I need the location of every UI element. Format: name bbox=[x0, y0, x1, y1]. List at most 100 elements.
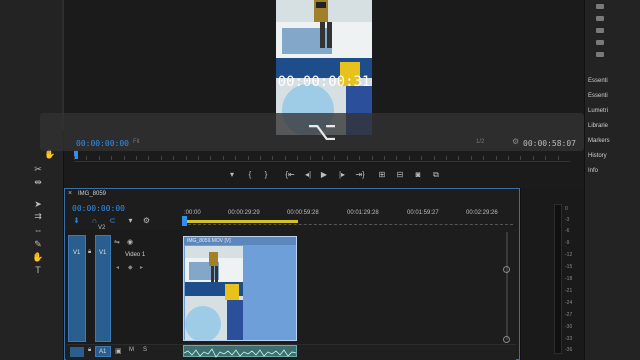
right-panel bbox=[584, 0, 640, 360]
video-clip[interactable]: IMG_8059.MOV [V] bbox=[183, 236, 297, 341]
meter-label: -18 bbox=[565, 276, 573, 282]
comparison-view-icon[interactable]: ⧉ bbox=[428, 168, 444, 182]
solo-button[interactable]: S bbox=[143, 347, 147, 353]
source-patch-v1[interactable]: V1 bbox=[68, 235, 86, 342]
scroll-handle-bottom[interactable] bbox=[503, 336, 510, 343]
voiceover-record-icon[interactable]: ▣ bbox=[115, 347, 122, 355]
meter-label: -9 bbox=[565, 240, 570, 246]
panel-tab-history[interactable]: History bbox=[588, 153, 607, 159]
add-marker-timeline-icon[interactable]: ▾ bbox=[126, 216, 135, 225]
timeline-timecode[interactable]: 00:00:00:00 bbox=[72, 204, 125, 213]
ruler-tick bbox=[359, 156, 361, 160]
panel-tab-libraries[interactable]: Librarie bbox=[588, 123, 608, 129]
mark-in-icon[interactable]: { bbox=[242, 168, 258, 182]
razor-tool-icon[interactable]: ✂ bbox=[32, 163, 44, 175]
vertical-scrollbar[interactable] bbox=[506, 232, 508, 340]
ruler-tick bbox=[371, 156, 373, 160]
meter-label: -3 bbox=[565, 217, 570, 223]
ruler-tick bbox=[458, 156, 460, 160]
insert-nest-icon[interactable]: ⇟ bbox=[72, 216, 81, 225]
ruler-tick bbox=[297, 156, 299, 160]
folder-icon[interactable] bbox=[596, 28, 604, 33]
selection-tool-icon[interactable]: ➤ bbox=[32, 198, 44, 210]
ruler-tick bbox=[396, 156, 398, 160]
panel-tab-info[interactable]: Info bbox=[588, 168, 598, 174]
ruler-tick bbox=[284, 156, 286, 160]
ruler-time: 00:01:59:27 bbox=[407, 210, 439, 216]
track-name-video1: Video 1 bbox=[125, 252, 146, 258]
keyframe-add-icon[interactable]: ◆ bbox=[128, 264, 133, 271]
folder-icon[interactable] bbox=[596, 16, 604, 21]
program-duration: 00:00:58:07 bbox=[523, 139, 576, 148]
step-back-icon[interactable]: ◂| bbox=[300, 168, 316, 182]
extract-icon[interactable]: ⊟ bbox=[392, 168, 408, 182]
ruler-tick bbox=[86, 156, 88, 160]
program-current-timecode[interactable]: 00:00:00:00 bbox=[76, 139, 129, 148]
ruler-tick bbox=[235, 156, 237, 160]
lift-icon[interactable]: ⊞ bbox=[374, 168, 390, 182]
play-icon[interactable]: ▶ bbox=[316, 168, 332, 182]
sequence-tab[interactable]: IMG_8059 bbox=[78, 191, 106, 197]
work-area-bar[interactable] bbox=[184, 220, 298, 223]
ruler-tick bbox=[346, 156, 348, 160]
slip-tool-icon[interactable]: ⇹ bbox=[32, 176, 44, 188]
meter-label: -30 bbox=[565, 324, 573, 330]
ruler-tick bbox=[508, 156, 509, 160]
linked-selection-icon[interactable]: ⊂ bbox=[108, 216, 117, 225]
export-frame-icon[interactable]: ◙ bbox=[410, 168, 426, 182]
timeline-settings-icon[interactable]: ⚙ bbox=[142, 216, 151, 225]
keyframe-prev-icon[interactable]: ◂ bbox=[116, 264, 119, 271]
snap-icon[interactable]: ∩ bbox=[90, 216, 99, 225]
track-target-v1[interactable]: V1 bbox=[95, 235, 111, 342]
resolution-select[interactable]: 1/2 bbox=[476, 139, 484, 145]
wrench-icon[interactable]: ⚙ bbox=[512, 137, 519, 146]
timeline-playhead[interactable] bbox=[182, 216, 187, 226]
panel-tab-markers[interactable]: Markers bbox=[588, 138, 610, 144]
audio-clip[interactable] bbox=[183, 345, 297, 358]
hand-tool-icon[interactable]: ✋ bbox=[32, 251, 44, 263]
panel-tab-essential-graphics[interactable]: Essenti bbox=[588, 78, 608, 84]
go-to-in-icon[interactable]: {⇤ bbox=[282, 168, 298, 182]
pen-tool-icon[interactable]: ✎ bbox=[32, 238, 44, 250]
ruler-tick bbox=[446, 156, 447, 160]
meter-label: -12 bbox=[565, 252, 573, 258]
scroll-handle-top[interactable] bbox=[503, 266, 510, 273]
go-to-out-icon[interactable]: ⇥} bbox=[352, 168, 368, 182]
meter-label: -36 bbox=[565, 347, 573, 353]
lock-icon[interactable]: 🔒︎ bbox=[88, 249, 91, 256]
keyframe-next-icon[interactable]: ▸ bbox=[140, 264, 143, 271]
add-marker-icon[interactable]: ▾ bbox=[224, 168, 240, 182]
clip-name: IMG_8059.MOV [V] bbox=[184, 237, 296, 245]
lock-icon[interactable]: 🔒︎ bbox=[88, 347, 91, 354]
ruler-tick bbox=[173, 156, 175, 160]
mute-button[interactable]: M bbox=[129, 347, 134, 353]
ruler-tick bbox=[98, 156, 100, 160]
ruler-tick bbox=[470, 156, 472, 160]
folder-icon[interactable] bbox=[596, 4, 604, 9]
ruler-tick bbox=[433, 156, 435, 160]
eye-icon[interactable]: ◉ bbox=[127, 238, 133, 246]
ruler-tick bbox=[222, 156, 224, 160]
ruler-tick bbox=[309, 156, 311, 160]
panel-tab-lumetri[interactable]: Lumetri bbox=[588, 108, 608, 114]
mark-out-icon[interactable]: } bbox=[258, 168, 274, 182]
type-tool-icon[interactable]: T bbox=[32, 264, 44, 276]
track-target-a1[interactable]: A1 bbox=[95, 346, 111, 357]
folder-icon[interactable] bbox=[596, 40, 604, 45]
step-forward-icon[interactable]: |▸ bbox=[334, 168, 350, 182]
track-select-tool-icon[interactable]: ⇉ bbox=[32, 210, 44, 222]
ruler-ticks bbox=[183, 224, 513, 227]
panel-tab-essential-sound[interactable]: Essenti bbox=[588, 93, 608, 99]
ruler-tick bbox=[185, 156, 187, 160]
sync-lock-icon[interactable]: ⇋ bbox=[114, 238, 120, 246]
meter-label: -24 bbox=[565, 300, 573, 306]
meter-label: -33 bbox=[565, 336, 573, 342]
ripple-edit-tool-icon[interactable]: ⇔ bbox=[32, 224, 44, 236]
ruler-tick bbox=[160, 156, 162, 160]
close-icon[interactable]: × bbox=[68, 190, 72, 197]
source-patch-a1[interactable] bbox=[70, 347, 84, 357]
folder-icon[interactable] bbox=[596, 52, 604, 57]
ruler-tick bbox=[111, 156, 113, 160]
meter-label: -15 bbox=[565, 264, 573, 270]
zoom-fit-select[interactable]: Fit bbox=[133, 139, 140, 145]
